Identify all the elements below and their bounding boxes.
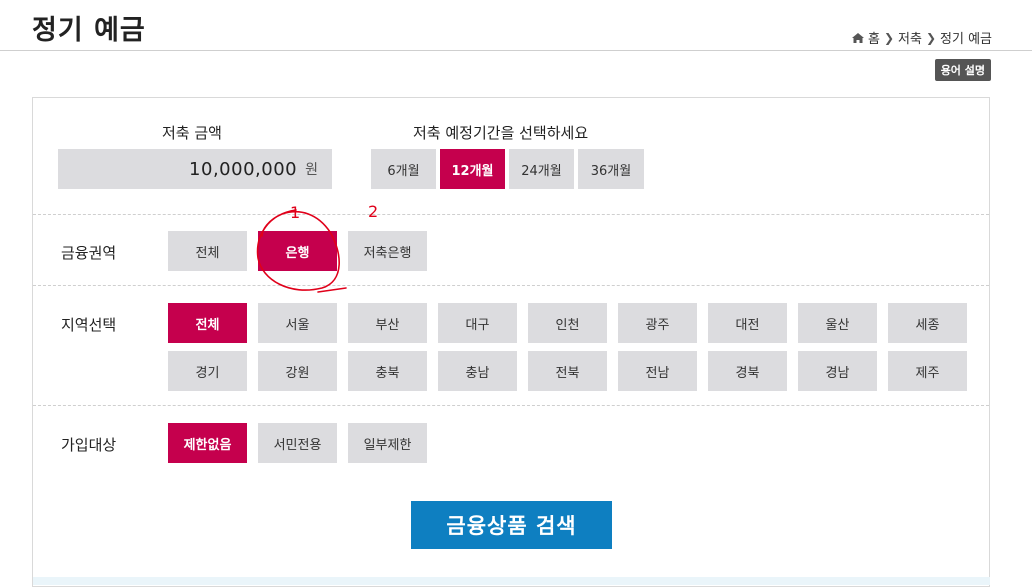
eligibility-option-low-income[interactable]: 서민전용	[258, 423, 337, 463]
breadcrumb-home[interactable]: 홈	[868, 28, 880, 47]
search-panel: 저축 금액 10,000,000 원 저축 예정기간을 선택하세요 6개월 12…	[32, 97, 990, 587]
region-option-daegu[interactable]: 대구	[438, 303, 517, 343]
financial-sector-label: 금융권역	[61, 244, 117, 262]
page-title: 정기 예금	[32, 15, 146, 46]
region-label: 지역선택	[61, 316, 117, 334]
amount-value: 10,000,000	[189, 158, 298, 180]
region-option-all[interactable]: 전체	[168, 303, 247, 343]
eligibility-label: 가입대상	[61, 436, 117, 454]
region-option-gyeonggi[interactable]: 경기	[168, 351, 247, 391]
chevron-right-icon: ❯	[883, 30, 895, 45]
amount-unit: 원	[305, 162, 318, 178]
region-option-sejong[interactable]: 세종	[888, 303, 967, 343]
amount-input[interactable]: 10,000,000 원	[58, 149, 332, 189]
region-option-seoul[interactable]: 서울	[258, 303, 337, 343]
chevron-right-icon: ❯	[925, 30, 937, 45]
results-area	[33, 577, 990, 585]
region-option-incheon[interactable]: 인천	[528, 303, 607, 343]
header-divider	[0, 50, 1032, 51]
sector-option-savings-bank[interactable]: 저축은행	[348, 231, 427, 271]
breadcrumb-section[interactable]: 저축	[898, 28, 922, 47]
region-option-jeju[interactable]: 제주	[888, 351, 967, 391]
period-option-6m[interactable]: 6개월	[371, 149, 436, 189]
breadcrumb: 홈 ❯ 저축 ❯ 정기 예금	[852, 28, 992, 47]
region-option-gangwon[interactable]: 강원	[258, 351, 337, 391]
period-option-12m[interactable]: 12개월	[440, 149, 505, 189]
section-divider	[33, 285, 989, 286]
region-option-daejeon[interactable]: 대전	[708, 303, 787, 343]
sector-option-all[interactable]: 전체	[168, 231, 247, 271]
region-option-gyeongbuk[interactable]: 경북	[708, 351, 787, 391]
period-option-24m[interactable]: 24개월	[509, 149, 574, 189]
sector-option-bank[interactable]: 은행	[258, 231, 337, 271]
period-label: 저축 예정기간을 선택하세요	[413, 124, 589, 142]
eligibility-option-partial[interactable]: 일부제한	[348, 423, 427, 463]
region-option-chungnam[interactable]: 충남	[438, 351, 517, 391]
search-button[interactable]: 금융상품 검색	[411, 501, 612, 549]
glossary-button[interactable]: 용어 설명	[934, 59, 991, 81]
home-icon[interactable]	[852, 32, 864, 43]
eligibility-option-no-limit[interactable]: 제한없음	[168, 423, 247, 463]
breadcrumb-current: 정기 예금	[940, 32, 992, 47]
section-divider	[33, 405, 989, 406]
region-option-jeonbuk[interactable]: 전북	[528, 351, 607, 391]
section-divider	[33, 214, 989, 215]
region-option-gwangju[interactable]: 광주	[618, 303, 697, 343]
region-option-ulsan[interactable]: 울산	[798, 303, 877, 343]
region-option-jeonnam[interactable]: 전남	[618, 351, 697, 391]
region-option-busan[interactable]: 부산	[348, 303, 427, 343]
amount-label: 저축 금액	[162, 124, 222, 142]
period-option-36m[interactable]: 36개월	[578, 149, 644, 189]
region-option-chungbuk[interactable]: 충북	[348, 351, 427, 391]
region-option-gyeongnam[interactable]: 경남	[798, 351, 877, 391]
